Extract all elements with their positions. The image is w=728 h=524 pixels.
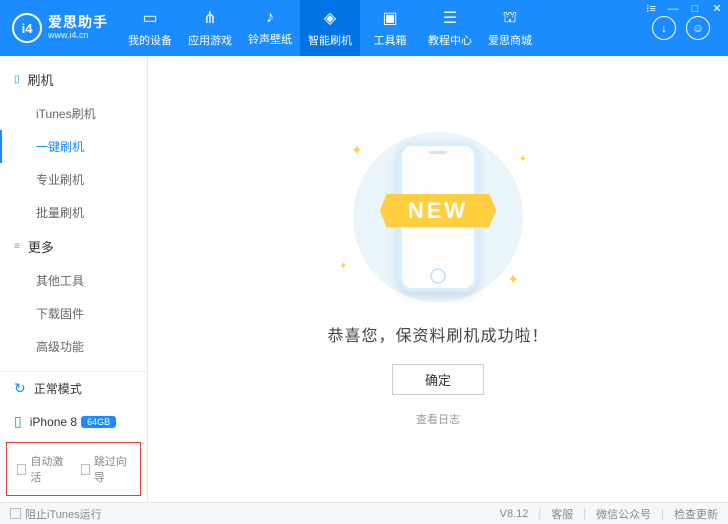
sparkle-icon: ✦ (339, 261, 347, 272)
sidebar-item-oneclick-flash[interactable]: 一键刷机 (0, 130, 147, 163)
sidebar-item-pro-flash[interactable]: 专业刷机 (0, 163, 147, 196)
menu-icon: ≡ (14, 241, 20, 252)
refresh-icon: ↻ (14, 380, 26, 397)
nav-my-device[interactable]: ▭我的设备 (120, 0, 180, 56)
nav-flash[interactable]: ◈智能刷机 (300, 0, 360, 56)
logo-icon: i4 (12, 13, 42, 43)
version-label: V8.12 (500, 508, 529, 520)
sidebar-item-itunes-flash[interactable]: iTunes刷机 (0, 97, 147, 130)
sidebar-header-more[interactable]: ≡更多 (0, 229, 147, 264)
nav-tutorials[interactable]: ☰教程中心 (420, 0, 480, 56)
sidebar-item-other-tools[interactable]: 其他工具 (0, 264, 147, 297)
sparkle-icon: ✦ (507, 271, 519, 288)
sidebar-item-batch-flash[interactable]: 批量刷机 (0, 196, 147, 229)
main-content: ✦ ✦ ✦ ✦ NEW 恭喜您，保资料刷机成功啦！ 确定 查看日志 (148, 56, 728, 502)
logo-url: www.i4.cn (48, 31, 108, 41)
block-itunes-checkbox[interactable]: 阻止iTunes运行 (10, 506, 102, 522)
device-icon: ▯ (14, 74, 20, 85)
device-name: iPhone 8 (30, 415, 77, 429)
phone-icon: ▭ (142, 8, 157, 28)
nav-apps[interactable]: ⋔应用游戏 (180, 0, 240, 56)
ok-button[interactable]: 确定 (392, 364, 484, 395)
status-bar: 阻止iTunes运行 V8.12 | 客服 | 微信公众号 | 检查更新 (0, 502, 728, 524)
sidebar: ▯刷机 iTunes刷机 一键刷机 专业刷机 批量刷机 ≡更多 其他工具 下载固… (0, 56, 148, 502)
flash-icon: ◈ (324, 8, 336, 28)
settings-icon[interactable]: ⁝≡ (644, 2, 658, 15)
minimize-button[interactable]: — (666, 3, 680, 15)
ringtone-icon: ♪ (266, 9, 274, 27)
skip-wizard-checkbox[interactable]: 跳过向导 (81, 453, 131, 485)
phone-small-icon: ▯ (14, 413, 22, 430)
options-box: 自动激活 跳过向导 (6, 442, 141, 496)
sidebar-item-download-firmware[interactable]: 下载固件 (0, 297, 147, 330)
sidebar-item-advanced[interactable]: 高级功能 (0, 330, 147, 363)
window-controls: ⁝≡ — □ ✕ (644, 2, 724, 15)
app-header: i4 爱思助手 www.i4.cn ▭我的设备 ⋔应用游戏 ♪铃声壁纸 ◈智能刷… (0, 0, 728, 56)
success-illustration: ✦ ✦ ✦ ✦ NEW (333, 132, 543, 302)
apps-icon: ⋔ (203, 8, 216, 28)
main-nav: ▭我的设备 ⋔应用游戏 ♪铃声壁纸 ◈智能刷机 ▣工具箱 ☰教程中心 ⛫爱思商城 (120, 0, 540, 56)
store-icon: ⛫ (503, 8, 518, 28)
logo: i4 爱思助手 www.i4.cn (0, 13, 120, 43)
device-mode[interactable]: ↻正常模式 (0, 372, 147, 405)
toolbox-icon: ▣ (382, 8, 397, 28)
sparkle-icon: ✦ (351, 142, 363, 159)
maximize-button[interactable]: □ (688, 3, 702, 15)
nav-toolbox[interactable]: ▣工具箱 (360, 0, 420, 56)
customer-service-link[interactable]: 客服 (551, 506, 573, 522)
auto-activate-checkbox[interactable]: 自动激活 (17, 453, 67, 485)
wechat-link[interactable]: 微信公众号 (596, 506, 651, 522)
book-icon: ☰ (443, 8, 457, 28)
download-button[interactable]: ↓ (652, 16, 676, 40)
success-message: 恭喜您，保资料刷机成功啦！ (327, 322, 548, 346)
storage-badge: 64GB (81, 416, 116, 428)
user-button[interactable]: ☺ (686, 16, 710, 40)
logo-title: 爱思助手 (48, 15, 108, 30)
device-info[interactable]: ▯ iPhone 8 64GB (0, 405, 147, 438)
view-log-link[interactable]: 查看日志 (416, 411, 460, 427)
nav-store[interactable]: ⛫爱思商城 (480, 0, 540, 56)
sidebar-header-flash[interactable]: ▯刷机 (0, 62, 147, 97)
sparkle-icon: ✦ (519, 154, 527, 165)
check-update-link[interactable]: 检查更新 (674, 506, 718, 522)
new-ribbon: NEW (380, 194, 496, 228)
nav-ringtones[interactable]: ♪铃声壁纸 (240, 0, 300, 56)
close-button[interactable]: ✕ (710, 2, 724, 15)
